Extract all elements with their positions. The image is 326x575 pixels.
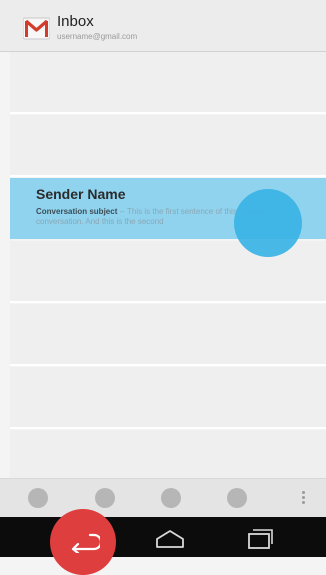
bottom-action-bar: [0, 478, 326, 517]
home-icon[interactable]: [154, 528, 186, 550]
back-icon[interactable]: [66, 533, 100, 553]
touch-indicator: [234, 189, 302, 257]
conversation-row[interactable]: [10, 115, 326, 177]
dot-icon[interactable]: [28, 488, 48, 508]
conversation-row[interactable]: [10, 367, 326, 429]
dot-icon[interactable]: [95, 488, 115, 508]
overflow-menu-icon[interactable]: [302, 489, 306, 509]
sender-name: Sender Name: [36, 186, 126, 202]
gmail-icon[interactable]: [23, 15, 50, 42]
conversation-row[interactable]: [10, 304, 326, 366]
inbox-title: Inbox: [57, 13, 94, 30]
dot-icon[interactable]: [227, 488, 247, 508]
account-email: username@gmail.com: [57, 32, 138, 41]
conversation-row[interactable]: [10, 430, 326, 478]
dot-icon[interactable]: [161, 488, 181, 508]
conversation-subject: Conversation subject: [36, 207, 118, 216]
action-bar: Inbox username@gmail.com: [0, 0, 326, 52]
conversation-row[interactable]: [10, 52, 326, 114]
recent-apps-icon[interactable]: [245, 527, 277, 551]
conversation-list: Sender Name Conversation subject -- This…: [10, 52, 326, 478]
